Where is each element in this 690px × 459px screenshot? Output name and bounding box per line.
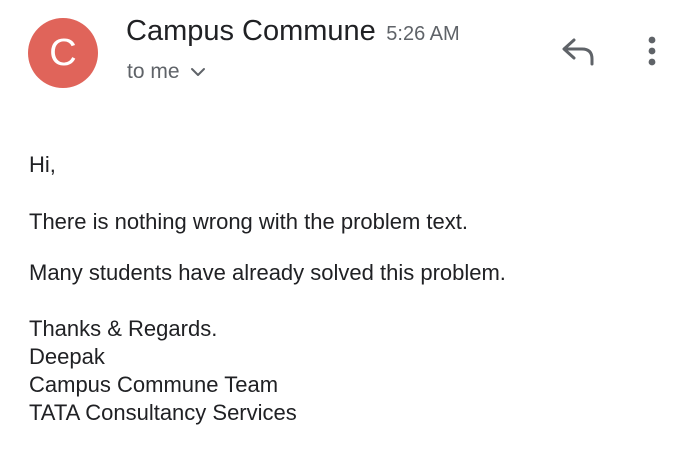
body-paragraph: There is nothing wrong with the problem … (29, 209, 469, 234)
avatar-letter: C (49, 32, 77, 74)
greeting: Hi, (29, 152, 56, 177)
reply-button[interactable] (555, 30, 601, 76)
sender-name[interactable]: Campus Commune (126, 15, 376, 47)
message-time: 5:26 AM (386, 23, 460, 45)
sender-avatar[interactable]: C (28, 18, 98, 88)
message-body: Hi, There is nothing wrong with the prob… (29, 150, 669, 427)
recipient-label: to me (127, 60, 180, 83)
email-message-view: C Campus Commune 5:26 AM to me Hi, There… (0, 0, 690, 459)
signature-line: Campus Commune Team (29, 372, 279, 397)
signature-line: Thanks & Regards. (29, 316, 218, 341)
body-paragraph: Many students have already solved this p… (29, 260, 506, 285)
signature-line: Deepak (29, 344, 105, 369)
message-header: C Campus Commune 5:26 AM to me (0, 0, 690, 120)
signature: Thanks & Regards. Deepak Campus Commune … (29, 315, 669, 427)
reply-icon (560, 36, 596, 71)
chevron-down-icon[interactable] (190, 65, 206, 83)
more-vert-icon (647, 35, 657, 72)
more-options-button[interactable] (632, 30, 672, 76)
recipient-details-toggle[interactable]: to me (127, 60, 206, 84)
signature-line: TATA Consultancy Services (29, 400, 297, 425)
sender-line: Campus Commune 5:26 AM (126, 15, 460, 48)
